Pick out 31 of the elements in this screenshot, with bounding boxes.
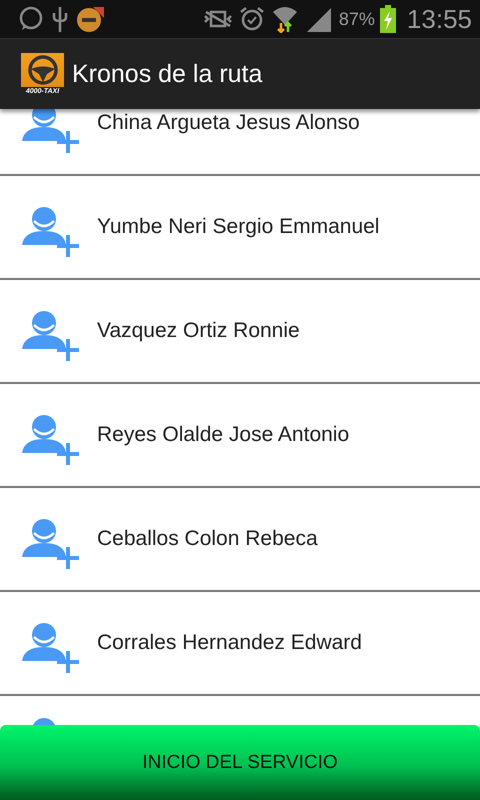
contact-item[interactable]: Corrales Hernandez Edward (0, 592, 480, 696)
chat-icon (18, 6, 44, 32)
add-person-icon (22, 621, 82, 673)
contact-name: China Argueta Jesus Alonso (97, 111, 360, 135)
app-title: Kronos de la ruta (72, 60, 262, 88)
add-person-icon (22, 517, 82, 569)
wifi-icon (270, 5, 299, 33)
contact-name: Yumbe Neri Sergio Emmanuel (97, 215, 380, 239)
usb-icon (52, 5, 68, 33)
contact-name: Reyes Olalde Jose Antonio (97, 423, 350, 447)
contact-item[interactable]: Reyes Olalde Jose Antonio (0, 384, 480, 488)
contact-item[interactable]: Ceballos Colon Rebeca (0, 488, 480, 592)
contact-item[interactable]: Yumbe Neri Sergio Emmanuel (0, 176, 480, 280)
do-not-disturb-icon (76, 5, 104, 33)
add-person-icon (22, 309, 82, 361)
vibrate-icon (202, 8, 233, 30)
battery-percent: 87% (338, 8, 375, 30)
add-person-icon (22, 109, 82, 153)
contact-name: Corrales Hernandez Edward (97, 631, 362, 655)
contact-name: Ceballos Colon Rebeca (97, 527, 318, 551)
add-person-icon (22, 413, 82, 465)
signal-icon (304, 6, 333, 32)
start-service-button[interactable]: INICIO DEL SERVICIO (0, 725, 480, 800)
steering-wheel-icon (26, 54, 58, 86)
contact-item[interactable]: Vazquez Ortiz Ronnie (0, 280, 480, 384)
contact-name: Vazquez Ortiz Ronnie (97, 319, 300, 343)
clock-time: 13:55 (406, 4, 472, 34)
battery-charging-icon (378, 5, 397, 33)
contact-item[interactable]: China Argueta Jesus Alonso (0, 109, 480, 176)
alarm-icon (238, 6, 265, 32)
add-person-icon (22, 205, 82, 257)
